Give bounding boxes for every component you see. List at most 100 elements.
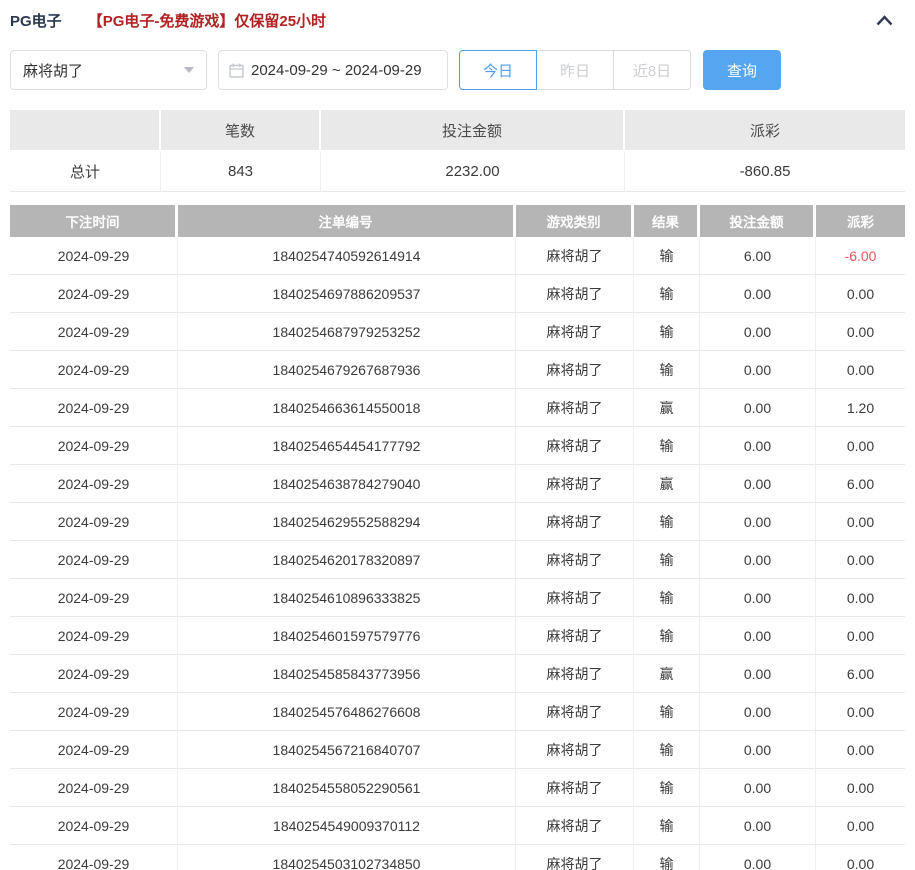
table-cell: 1840254629552588294 xyxy=(178,503,516,541)
table-cell: 0.00 xyxy=(700,617,816,655)
table-cell: 2024-09-29 xyxy=(10,237,178,275)
table-row: 2024-09-291840254585843773956麻将胡了赢0.006.… xyxy=(10,655,905,693)
table-cell: 0.00 xyxy=(700,427,816,465)
table-cell: 0.00 xyxy=(700,769,816,807)
table-cell: 0.00 xyxy=(700,389,816,427)
filter-bar: 麻将胡了 2024-09-29 ~ 2024-09-29 今日 昨日 近8日 查… xyxy=(10,50,781,90)
col-header-game-type: 游戏类别 xyxy=(516,205,634,237)
table-cell: 1840254601597579776 xyxy=(178,617,516,655)
col-header-bet-time: 下注时间 xyxy=(10,205,178,237)
summary-header-bet-amount: 投注金额 xyxy=(321,110,625,150)
table-cell: 麻将胡了 xyxy=(516,845,634,870)
table-cell: 2024-09-29 xyxy=(10,617,178,655)
table-cell: 输 xyxy=(634,541,700,579)
collapse-panel-button[interactable] xyxy=(876,15,893,26)
table-cell: 输 xyxy=(634,617,700,655)
table-cell: 输 xyxy=(634,579,700,617)
table-row: 2024-09-291840254679267687936麻将胡了输0.000.… xyxy=(10,351,905,389)
table-cell: 0.00 xyxy=(700,579,816,617)
table-cell: 1840254620178320897 xyxy=(178,541,516,579)
table-row: 2024-09-291840254601597579776麻将胡了输0.000.… xyxy=(10,617,905,655)
col-header-payout: 派彩 xyxy=(816,205,905,237)
game-select-value: 麻将胡了 xyxy=(23,60,83,81)
table-cell: 1840254638784279040 xyxy=(178,465,516,503)
query-button[interactable]: 查询 xyxy=(703,50,781,90)
table-cell: 0.00 xyxy=(700,807,816,845)
table-cell: 0.00 xyxy=(816,541,905,579)
table-row: 2024-09-291840254687979253252麻将胡了输0.000.… xyxy=(10,313,905,351)
table-row: 2024-09-291840254629552588294麻将胡了输0.000.… xyxy=(10,503,905,541)
table-cell: 输 xyxy=(634,313,700,351)
yesterday-button[interactable]: 昨日 xyxy=(536,50,614,90)
table-cell: 0.00 xyxy=(816,579,905,617)
table-cell: 0.00 xyxy=(816,693,905,731)
table-cell: 0.00 xyxy=(700,313,816,351)
table-cell: 1840254558052290561 xyxy=(178,769,516,807)
game-select[interactable]: 麻将胡了 xyxy=(10,50,207,90)
table-row: 2024-09-291840254576486276608麻将胡了输0.000.… xyxy=(10,693,905,731)
summary-header-row: 笔数 投注金额 派彩 xyxy=(10,110,905,150)
table-cell: 1840254585843773956 xyxy=(178,655,516,693)
table-row: 2024-09-291840254503102734850麻将胡了输0.000.… xyxy=(10,845,905,870)
betting-records-panel: PG电子 【PG电子-免费游戏】仅保留25小时 麻将胡了 2024-09-29 … xyxy=(0,0,915,870)
summary-total-bet-amount: 2232.00 xyxy=(321,152,625,192)
table-cell: 0.00 xyxy=(816,731,905,769)
table-cell: 麻将胡了 xyxy=(516,503,634,541)
table-cell: 麻将胡了 xyxy=(516,693,634,731)
table-cell: 麻将胡了 xyxy=(516,579,634,617)
summary-total-row: 总计 843 2232.00 -860.85 xyxy=(10,150,905,192)
table-cell: 0.00 xyxy=(816,617,905,655)
table-cell: 1840254610896333825 xyxy=(178,579,516,617)
table-cell: 1840254567216840707 xyxy=(178,731,516,769)
table-cell: 赢 xyxy=(634,389,700,427)
table-cell: 0.00 xyxy=(700,655,816,693)
table-cell: 6.00 xyxy=(700,237,816,275)
table-cell: 0.00 xyxy=(700,845,816,870)
table-row: 2024-09-291840254567216840707麻将胡了输0.000.… xyxy=(10,731,905,769)
table-cell: 赢 xyxy=(634,465,700,503)
table-cell: 0.00 xyxy=(700,351,816,389)
table-row: 2024-09-291840254620178320897麻将胡了输0.000.… xyxy=(10,541,905,579)
table-cell: 输 xyxy=(634,693,700,731)
table-cell: 6.00 xyxy=(816,465,905,503)
table-cell: 1840254687979253252 xyxy=(178,313,516,351)
table-cell: 1840254654454177792 xyxy=(178,427,516,465)
quick-range-group: 今日 昨日 近8日 xyxy=(459,50,691,90)
table-cell: 0.00 xyxy=(700,465,816,503)
last-8-days-button[interactable]: 近8日 xyxy=(613,50,691,90)
table-cell: 麻将胡了 xyxy=(516,427,634,465)
table-cell: 输 xyxy=(634,275,700,313)
table-cell: 2024-09-29 xyxy=(10,769,178,807)
table-cell: 0.00 xyxy=(816,427,905,465)
date-range-input[interactable]: 2024-09-29 ~ 2024-09-29 xyxy=(218,50,448,90)
summary-total-count: 843 xyxy=(161,152,321,192)
panel-header: PG电子 【PG电子-免费游戏】仅保留25小时 xyxy=(0,0,915,40)
table-cell: 麻将胡了 xyxy=(516,275,634,313)
table-cell: 输 xyxy=(634,503,700,541)
chevron-down-icon xyxy=(184,67,194,73)
table-cell: 0.00 xyxy=(816,275,905,313)
table-row: 2024-09-291840254610896333825麻将胡了输0.000.… xyxy=(10,579,905,617)
table-cell: 1840254740592614914 xyxy=(178,237,516,275)
table-cell: 2024-09-29 xyxy=(10,541,178,579)
table-row: 2024-09-291840254549009370112麻将胡了输0.000.… xyxy=(10,807,905,845)
table-cell: 0.00 xyxy=(816,807,905,845)
table-cell: -6.00 xyxy=(816,237,905,275)
summary-header-empty xyxy=(10,110,161,150)
table-cell: 麻将胡了 xyxy=(516,465,634,503)
announcement-text: 【PG电子-免费游戏】仅保留25小时 xyxy=(88,10,326,31)
provider-title: PG电子 xyxy=(10,10,62,31)
table-cell: 麻将胡了 xyxy=(516,313,634,351)
table-row: 2024-09-291840254740592614914麻将胡了输6.00-6… xyxy=(10,237,905,275)
table-cell: 1840254663614550018 xyxy=(178,389,516,427)
table-cell: 麻将胡了 xyxy=(516,389,634,427)
table-cell: 0.00 xyxy=(700,693,816,731)
col-header-result: 结果 xyxy=(634,205,700,237)
table-cell: 输 xyxy=(634,845,700,870)
table-cell: 1840254679267687936 xyxy=(178,351,516,389)
table-cell: 0.00 xyxy=(816,313,905,351)
today-button[interactable]: 今日 xyxy=(459,50,537,90)
summary-table: 笔数 投注金额 派彩 总计 843 2232.00 -860.85 xyxy=(10,110,905,192)
table-cell: 麻将胡了 xyxy=(516,541,634,579)
table-cell: 0.00 xyxy=(816,845,905,870)
